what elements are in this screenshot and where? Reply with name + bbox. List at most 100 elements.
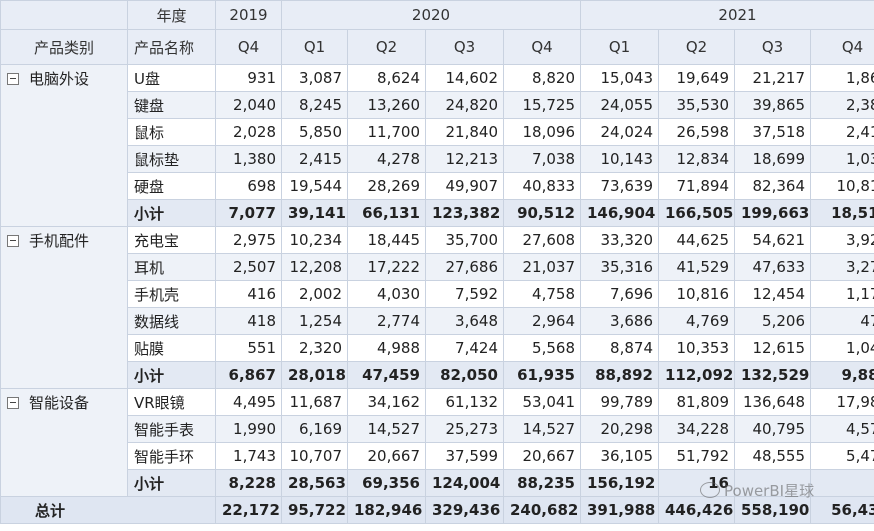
table-row: 智能设备 VR眼镜 4,495 11,687 34,162 61,132 53,041 99,… [0,388,874,497]
value-cell: 2,040 [215,91,282,119]
value-cell: 71,894 [658,172,735,200]
value-cell: 20,667 [347,442,426,470]
collapse-icon[interactable] [7,397,19,409]
total-cell: 182,946 [347,496,426,524]
value-cell: 12,615 [734,334,811,362]
product-name-cell: 鼠标垫 [127,145,216,173]
value-cell: 19,649 [658,64,735,92]
value-cell: 48,555 [734,442,811,470]
value-cell: 2,415 [281,145,348,173]
total-cell: 95,722 [281,496,348,524]
table-row: 手机配件 充电宝 2,975 10,234 18,445 35,700 27,608 33,3… [0,226,874,389]
value-cell: 4,758 [503,280,581,308]
subtotal-cell: 18,514 [810,199,874,227]
header-quarter[interactable]: Q4 [810,29,874,65]
header-row-years: 年度 2019 2020 2021 [0,0,874,30]
value-cell: 11,700 [347,118,426,146]
matrix-table: 年度 2019 2020 2021 产品类别 产品名称 Q4 Q1 Q2 Q3 Q4 Q1 Q2 Q3 Q4… [0,0,874,524]
value-cell: 416 [215,280,282,308]
category-cell: 电脑外设 [0,64,128,227]
value-cell: 3,270 [810,253,874,281]
value-cell: 5,478 [810,442,874,470]
value-cell: 21,840 [425,118,504,146]
value-cell: 10,819 [810,172,874,200]
value-cell: 54,621 [734,226,811,254]
header-quarter[interactable]: Q4 [503,29,581,65]
value-cell: 4,495 [215,388,282,416]
header-row-quarters: 产品类别 产品名称 Q4 Q1 Q2 Q3 Q4 Q1 Q2 Q3 Q4 [0,29,874,65]
collapse-icon[interactable] [7,73,19,85]
header-category[interactable]: 产品类别 [0,29,128,65]
value-cell: 418 [215,307,282,335]
value-cell: 27,608 [503,226,581,254]
value-cell: 1,990 [215,415,282,443]
product-name-cell: U盘 [127,64,216,92]
value-cell: 4,278 [347,145,426,173]
value-cell: 51,792 [658,442,735,470]
value-cell: 2,380 [810,91,874,119]
value-cell: 27,686 [425,253,504,281]
header-quarter[interactable]: Q1 [281,29,348,65]
subtotal-cell: 69,356 [347,469,426,497]
subtotal-cell: 28,563 [281,469,348,497]
value-cell: 18,096 [503,118,581,146]
table-row: 电脑外设 U盘 931 3,087 8,624 14,602 8,820 15,043 19,6… [0,64,874,227]
subtotal-label: 小计 [127,361,216,389]
header-year[interactable]: 2019 [215,0,282,30]
header-quarter[interactable]: Q2 [347,29,426,65]
header-year[interactable]: 2020 [281,0,581,30]
header-product[interactable]: 产品名称 [127,29,216,65]
header-quarter[interactable]: Q1 [580,29,659,65]
value-cell: 8,245 [281,91,348,119]
subtotal-cell: 90,512 [503,199,581,227]
collapse-icon[interactable] [7,235,19,247]
value-cell: 7,696 [580,280,659,308]
value-cell: 7,424 [425,334,504,362]
product-name-cell: VR眼镜 [127,388,216,416]
value-cell: 49,907 [425,172,504,200]
value-cell: 53,041 [503,388,581,416]
table-row: 硬盘 698 19,544 28,269 49,907 40,833 73,639 71,89… [1,172,874,200]
value-cell: 4,030 [347,280,426,308]
subtotal-label: 小计 [127,469,216,497]
subtotal-cell: 88,235 [503,469,581,497]
value-cell: 14,527 [503,415,581,443]
value-cell: 17,980 [810,388,874,416]
value-cell: 36,105 [580,442,659,470]
table-row: 手机壳 416 2,002 4,030 7,592 4,758 7,696 10,816 12,… [1,280,874,308]
subtotal-cell: 82,050 [425,361,504,389]
value-cell: 1,743 [215,442,282,470]
value-cell: 40,833 [503,172,581,200]
subtotal-cell: 9,886 [810,361,874,389]
category-label: 手机配件 [29,232,90,250]
table-row: 鼠标垫 1,380 2,415 4,278 12,213 7,038 10,143 12,83… [1,145,874,173]
table-row: 键盘 2,040 8,245 13,260 24,820 15,725 24,055 35,5… [1,91,874,119]
value-cell: 61,132 [425,388,504,416]
value-cell: 3,927 [810,226,874,254]
header-year[interactable]: 2021 [580,0,874,30]
value-cell: 11,687 [281,388,348,416]
subtotal-label: 小计 [127,199,216,227]
product-name-cell: 硬盘 [127,172,216,200]
header-quarter[interactable]: Q2 [658,29,735,65]
value-cell: 18,699 [734,145,811,173]
value-cell: 20,298 [580,415,659,443]
product-name-cell: 鼠标 [127,118,216,146]
subtotal-cell: 132,529 [734,361,811,389]
value-cell: 931 [215,64,282,92]
value-cell: 15,043 [580,64,659,92]
value-cell: 34,162 [347,388,426,416]
product-name-cell: 充电宝 [127,226,216,254]
value-cell: 1,254 [281,307,348,335]
value-cell: 14,602 [425,64,504,92]
value-cell: 2,507 [215,253,282,281]
value-cell: 39,865 [734,91,811,119]
value-cell: 33,320 [580,226,659,254]
header-quarter[interactable]: Q3 [734,29,811,65]
header-quarter[interactable]: Q4 [215,29,282,65]
value-cell: 17,222 [347,253,426,281]
value-cell: 551 [215,334,282,362]
value-cell: 2,002 [281,280,348,308]
value-cell: 8,624 [347,64,426,92]
header-quarter[interactable]: Q3 [425,29,504,65]
